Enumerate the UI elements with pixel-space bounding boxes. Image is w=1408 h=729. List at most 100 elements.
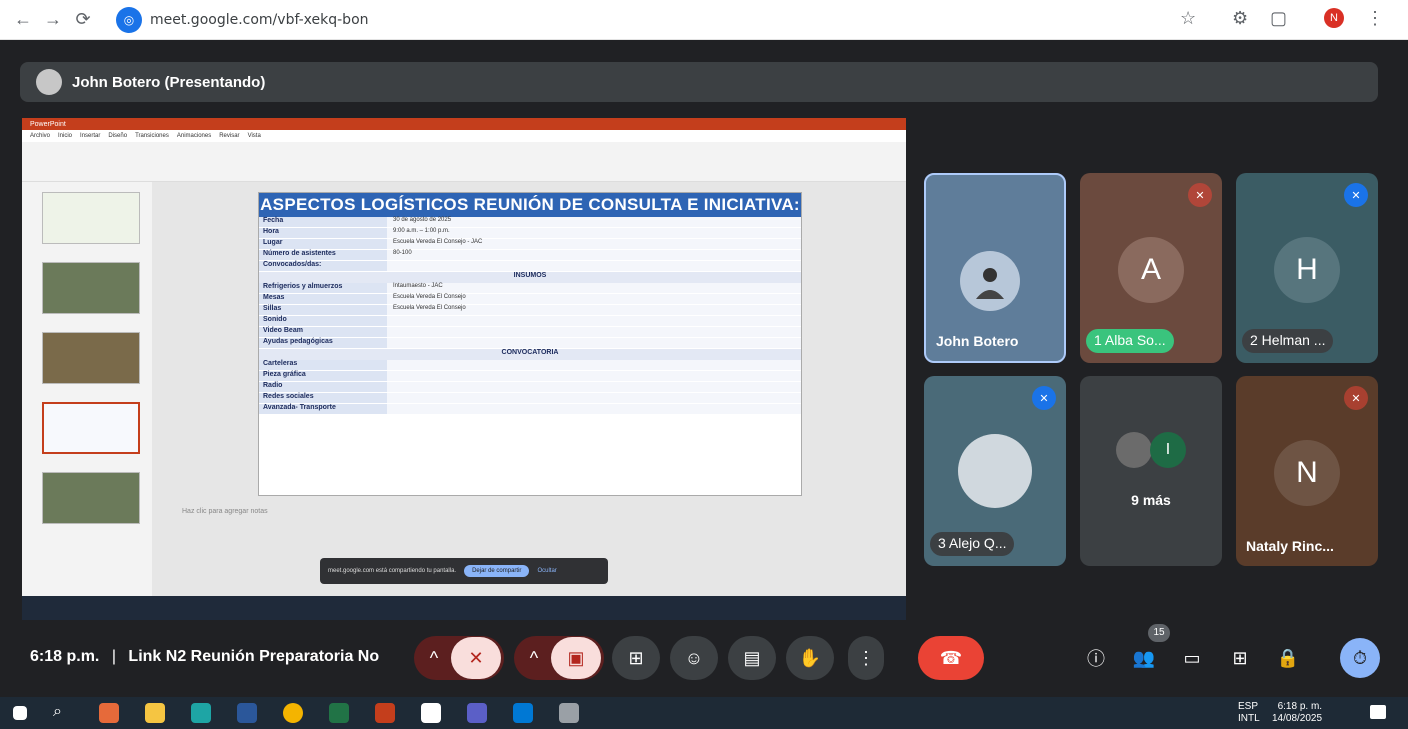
participant-tile[interactable]: ✕ A 1 Alba So...	[1080, 173, 1222, 363]
back-icon[interactable]: ←	[8, 9, 38, 30]
screen-share-toast: meet.google.com está compartiendo tu pan…	[320, 558, 608, 584]
powerpoint-icon[interactable]	[375, 703, 395, 723]
row-label: Video Beam	[259, 327, 387, 338]
outlook-icon[interactable]	[513, 703, 533, 723]
profile-avatar[interactable]: N	[1324, 8, 1344, 28]
slide-thumbnail	[42, 332, 140, 384]
file-explorer-icon[interactable]	[145, 703, 165, 723]
chrome-icon[interactable]	[283, 703, 303, 723]
participant-name: Nataly Rinc...	[1246, 538, 1334, 554]
shared-taskbar	[22, 596, 906, 620]
powerpoint-titlebar: PowerPoint	[22, 118, 906, 130]
notifications-icon[interactable]	[1370, 705, 1386, 719]
site-info-icon[interactable]: ◎	[116, 6, 142, 33]
meeting-time: 6:18 p.m.	[30, 648, 100, 665]
clock-time: 6:18 p. m.	[1277, 701, 1323, 712]
host-controls-icon[interactable]: 🔒	[1270, 636, 1306, 680]
slide-table-row: Fecha 30 de agosto de 2025	[259, 217, 801, 228]
system-clock[interactable]: 6:18 p. m. 14/08/2025	[1272, 701, 1322, 725]
mic-off-button[interactable]: ✕	[451, 637, 501, 679]
reload-icon[interactable]: ⟳	[68, 9, 98, 30]
excel-icon[interactable]	[329, 703, 349, 723]
mic-options-chevron-icon[interactable]: ^	[417, 648, 451, 669]
more-options-button[interactable]: ⋮	[848, 636, 884, 680]
people-icon[interactable]: 👥	[1126, 636, 1162, 680]
app-icon[interactable]	[99, 703, 119, 723]
row-value	[387, 382, 801, 393]
slide-table-row: Radio	[259, 382, 801, 393]
slide-table-row: Lugar Escuela Vereda El Consejo - JAC	[259, 239, 801, 250]
mic-control: ^ ✕	[414, 636, 504, 680]
row-label: Hora	[259, 228, 387, 239]
avatar: H	[1274, 237, 1340, 303]
row-value	[387, 327, 801, 338]
leave-call-button[interactable]: ☎	[918, 636, 984, 680]
participant-tile[interactable]: ✕ H 2 Helman ...	[1236, 173, 1378, 363]
meeting-name: Link N2 Reunión Preparatoria No	[128, 648, 380, 665]
shared-screen: PowerPoint Archivo Inicio Insertar Diseño Tr…	[22, 118, 906, 620]
hide-toast-button[interactable]: Ocultar	[537, 568, 556, 574]
participant-name: 1 Alba So...	[1086, 329, 1174, 353]
forward-icon[interactable]: →	[38, 9, 68, 30]
mic-off-icon: ✕	[1032, 386, 1056, 410]
chat-icon[interactable]: ▭	[1174, 636, 1210, 680]
raise-hand-button[interactable]: ✋	[786, 636, 834, 680]
participant-tile[interactable]: John Botero	[924, 173, 1066, 363]
camera-options-chevron-icon[interactable]: ^	[517, 648, 551, 669]
slide-table-row: Convocados/das:	[259, 261, 801, 272]
slide-table-row: Pieza gráfica	[259, 371, 801, 382]
participant-name: John Botero	[936, 333, 1019, 349]
slide-table-row: Mesas Escuela Vereda El Consejo	[259, 294, 801, 305]
participant-tile[interactable]: ✕ 3 Alejo Q...	[924, 376, 1066, 566]
address-bar[interactable]: ◎ meet.google.com/vbf-xekq-bon	[116, 5, 1146, 35]
slide-table-row: Hora 9:00 a.m. – 1:00 p.m.	[259, 228, 801, 239]
word-icon[interactable]	[237, 703, 257, 723]
participant-tile[interactable]: ✕ N Nataly Rinc...	[1236, 376, 1378, 566]
browser-menu-icon[interactable]: ⋮	[1366, 8, 1384, 29]
search-icon[interactable]: ⌕	[53, 703, 73, 723]
row-value	[387, 261, 801, 272]
bookmark-star-icon[interactable]: ☆	[1180, 8, 1196, 29]
teams-icon[interactable]	[467, 703, 487, 723]
avatar	[958, 434, 1032, 508]
emoji-button[interactable]: ☺	[670, 636, 718, 680]
meeting-details-icon[interactable]: ⓘ	[1078, 636, 1114, 680]
stop-sharing-button[interactable]: Dejar de compartir	[464, 565, 530, 577]
row-value	[387, 404, 801, 415]
row-label: Radio	[259, 382, 387, 393]
browser-toolbar: ← → ⟳ ◎ meet.google.com/vbf-xekq-bon ☆ ⚙…	[0, 0, 1408, 40]
slide-table-row: Redes sociales	[259, 393, 801, 404]
app-icon[interactable]	[559, 703, 579, 723]
row-label: Refrigerios y almuerzos	[259, 283, 387, 294]
powerpoint-workspace: ASPECTOS LOGÍSTICOS REUNIÓN DE CONSULTA …	[22, 182, 906, 596]
row-label: Pieza gráfica	[259, 371, 387, 382]
slide-thumbnail-selected	[42, 402, 140, 454]
row-value	[387, 393, 801, 404]
row-label: Redes sociales	[259, 393, 387, 404]
url-text: meet.google.com/vbf-xekq-bon	[150, 11, 369, 28]
slide-table-row: Sillas Escuela Vereda El Consejo	[259, 305, 801, 316]
participant-tile-others[interactable]: I 9 más	[1080, 376, 1222, 566]
row-label: Avanzada- Transporte	[259, 404, 387, 415]
activities-icon[interactable]: ⊞	[1222, 636, 1258, 680]
notes-icon[interactable]	[421, 703, 441, 723]
timer-icon[interactable]: ⏱	[1340, 638, 1380, 678]
section-insumos: INSUMOS	[259, 272, 801, 283]
language-indicator[interactable]: ESP INTL	[1238, 701, 1260, 725]
presenter-avatar	[36, 69, 62, 95]
avatar: A	[1118, 237, 1184, 303]
captions-button[interactable]: ▤	[728, 636, 776, 680]
camera-off-button[interactable]: ▣	[551, 637, 601, 679]
lang-label-2: INTL	[1238, 713, 1260, 724]
windows-start-icon[interactable]	[13, 706, 27, 720]
row-value: Intaumaesto - JAC	[387, 283, 801, 294]
extension-icon[interactable]: ⚙	[1232, 8, 1248, 29]
extensions-puzzle-icon[interactable]: ▢	[1270, 8, 1287, 29]
slide-table-row: Sonido	[259, 316, 801, 327]
toast-text: meet.google.com está compartiendo tu pan…	[328, 568, 457, 574]
row-value	[387, 338, 801, 349]
present-button[interactable]: ⊞	[612, 636, 660, 680]
row-value	[387, 316, 801, 327]
edge-icon[interactable]	[191, 703, 211, 723]
avatar	[960, 251, 1020, 311]
